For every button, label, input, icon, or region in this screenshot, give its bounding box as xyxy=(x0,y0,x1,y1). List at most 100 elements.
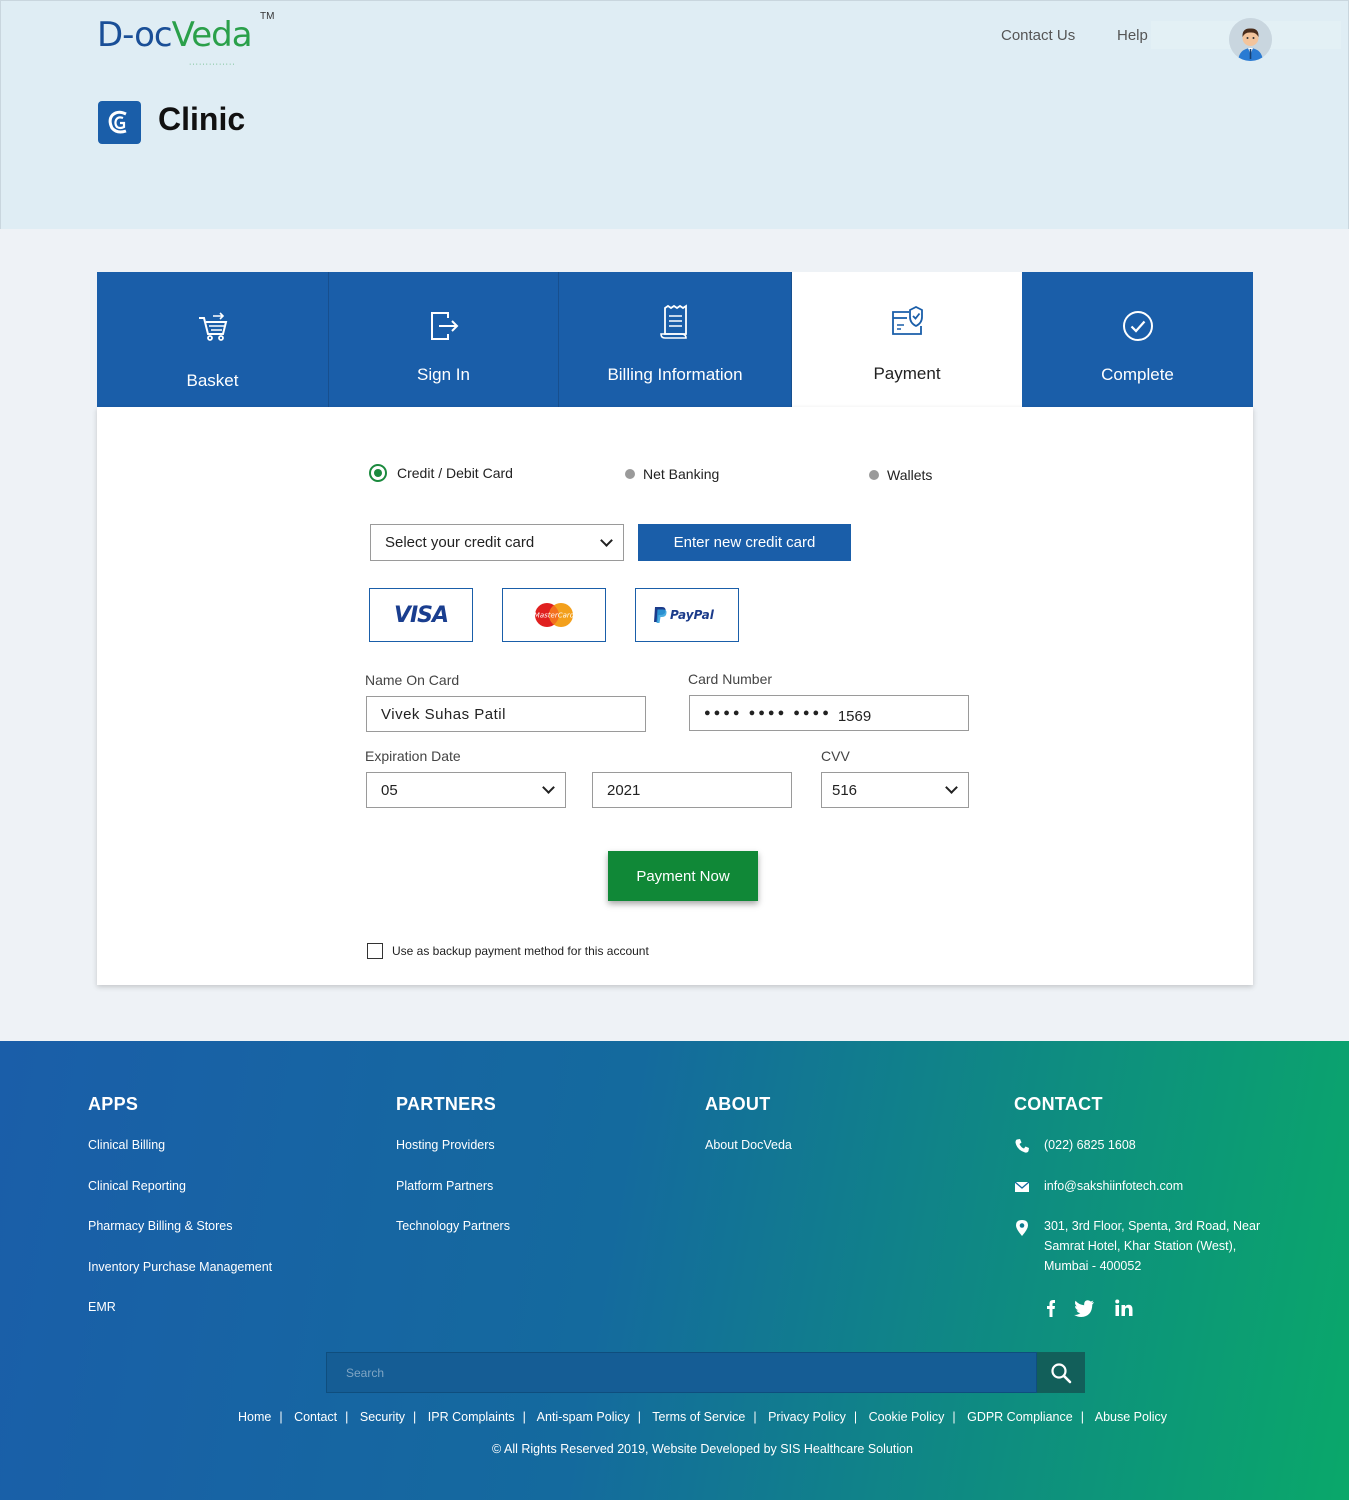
facebook-icon[interactable] xyxy=(1040,1297,1062,1319)
saved-card-select[interactable]: Select your credit card xyxy=(370,524,624,561)
separator: | xyxy=(637,1410,642,1424)
payment-card-icon xyxy=(892,305,923,335)
logo-wordmark: D-ocVeda xyxy=(97,15,253,55)
radio-wallets[interactable]: Wallets xyxy=(869,467,932,483)
bottom-link-cookie[interactable]: Cookie Policy xyxy=(869,1410,945,1424)
footer-link-clinical-reporting[interactable]: Clinical Reporting xyxy=(88,1179,186,1193)
bottom-link-ipr-complaints[interactable]: IPR Complaints xyxy=(428,1410,515,1424)
cvv-select[interactable]: 516 xyxy=(821,772,969,808)
footer-link-emr[interactable]: EMR xyxy=(88,1300,116,1314)
paypal-logo: PayPal xyxy=(654,607,715,623)
radio-net-banking-label: Net Banking xyxy=(643,466,720,482)
step-billing-information[interactable]: Billing Information xyxy=(559,272,792,407)
user-avatar-icon xyxy=(1229,18,1272,61)
mastercard-option[interactable]: MasterCard xyxy=(502,588,606,642)
cvv-label: CVV xyxy=(821,748,850,764)
footer-link-hosting-providers[interactable]: Hosting Providers xyxy=(396,1138,495,1152)
radio-indicator xyxy=(869,470,879,480)
expiration-date-label: Expiration Date xyxy=(365,748,461,764)
expiry-month-select[interactable]: 05 xyxy=(366,772,566,808)
footer-search-placeholder: Search xyxy=(346,1365,385,1380)
logo-dots: ·············· xyxy=(189,61,236,68)
bottom-link-security[interactable]: Security xyxy=(360,1410,405,1424)
bottom-link-anti-spam[interactable]: Anti-spam Policy xyxy=(537,1410,630,1424)
backup-payment-option[interactable]: Use as backup payment method for this ac… xyxy=(367,943,649,959)
visa-logo: VISA xyxy=(393,602,449,628)
visa-option[interactable]: VISA xyxy=(369,588,473,642)
expiry-year-input[interactable]: 2021 xyxy=(592,772,792,808)
step-basket[interactable]: Basket xyxy=(97,272,329,407)
twitter-icon[interactable] xyxy=(1073,1297,1095,1319)
footer-search-input[interactable]: Search xyxy=(326,1352,1037,1393)
footer-link-clinical-billing[interactable]: Clinical Billing xyxy=(88,1138,165,1152)
radio-net-banking[interactable]: Net Banking xyxy=(625,466,719,482)
separator: | xyxy=(413,1410,417,1424)
footer-partners-heading: PARTNERS xyxy=(396,1094,497,1114)
user-avatar[interactable] xyxy=(1229,18,1272,61)
card-number-input[interactable]: ●●●● ●●●● ●●●● 1569 xyxy=(689,695,969,731)
contact-us-link[interactable]: Contact Us xyxy=(1001,27,1075,44)
docveda-logo[interactable]: D-ocVeda TM ·············· xyxy=(97,11,277,68)
footer-contact-heading: CONTACT xyxy=(1014,1094,1103,1114)
footer-about-heading: ABOUT xyxy=(705,1094,771,1114)
step-sign-in[interactable]: Sign In xyxy=(329,272,559,407)
chevron-down-icon xyxy=(945,781,958,794)
radio-credit-debit-label: Credit / Debit Card xyxy=(397,465,513,481)
separator: | xyxy=(1080,1410,1084,1424)
bottom-link-contact[interactable]: Contact xyxy=(294,1410,337,1424)
footer-bottom-links: Home | Contact | Security | IPR Complaints |… xyxy=(0,1410,1349,1424)
footer-link-technology-partners[interactable]: Technology Partners xyxy=(396,1219,510,1233)
step-sign-in-label: Sign In xyxy=(417,365,470,384)
checkout-steps: Basket Sign In Billing Information Payme… xyxy=(97,272,1253,407)
bottom-link-terms[interactable]: Terms of Service xyxy=(652,1410,745,1424)
help-link[interactable]: Help xyxy=(1117,27,1148,44)
card-number-label: Card Number xyxy=(688,671,773,687)
footer-address-line-3: Mumbai - 400052 xyxy=(1044,1259,1142,1273)
logo-text-veda: Veda xyxy=(171,15,253,55)
copyright: © All Rights Reserved 2019, Website Deve… xyxy=(491,1442,913,1456)
footer-email[interactable]: info@sakshiinfotech.com xyxy=(1044,1179,1183,1193)
bottom-link-abuse[interactable]: Abuse Policy xyxy=(1095,1410,1167,1424)
location-pin-icon xyxy=(1016,1220,1028,1236)
bottom-link-gdpr[interactable]: GDPR Compliance xyxy=(967,1410,1073,1424)
footer-search-button[interactable] xyxy=(1037,1352,1085,1393)
separator: | xyxy=(279,1410,283,1424)
expiry-month-value: 05 xyxy=(381,781,398,799)
footer-address-line-1: 301, 3rd Floor, Spenta, 3rd Road, Near xyxy=(1044,1219,1261,1233)
footer-phone[interactable]: (022) 6825 1608 xyxy=(1044,1138,1136,1152)
separator: | xyxy=(952,1410,956,1424)
backup-payment-label: Use as backup payment method for this ac… xyxy=(392,944,649,958)
radio-credit-debit-card[interactable]: Credit / Debit Card xyxy=(369,464,513,482)
logo-text-doc: D-oc xyxy=(97,15,173,55)
separator: | xyxy=(345,1410,349,1424)
search-icon xyxy=(1051,1362,1072,1383)
logo-trademark: TM xyxy=(260,11,275,22)
paypal-option[interactable]: PayPal xyxy=(635,588,739,642)
separator: | xyxy=(853,1410,858,1424)
expiry-year-value: 2021 xyxy=(607,781,641,799)
step-basket-label: Basket xyxy=(186,371,239,390)
basket-icon xyxy=(198,312,227,341)
payment-now-button[interactable]: Payment Now xyxy=(608,851,758,901)
mastercard-logo: MasterCard xyxy=(534,603,575,627)
footer-link-about-docveda[interactable]: About DocVeda xyxy=(705,1138,792,1152)
footer-link-platform-partners[interactable]: Platform Partners xyxy=(396,1179,493,1193)
bottom-link-home[interactable]: Home xyxy=(238,1410,271,1424)
step-billing-label: Billing Information xyxy=(607,365,743,384)
name-on-card-input[interactable]: Vivek Suhas Patil xyxy=(366,696,646,732)
bottom-link-privacy[interactable]: Privacy Policy xyxy=(768,1410,846,1424)
name-on-card-value: Vivek Suhas Patil xyxy=(381,705,506,723)
step-complete[interactable]: Complete xyxy=(1022,272,1253,407)
step-complete-label: Complete xyxy=(1101,365,1174,384)
name-on-card-label: Name On Card xyxy=(365,672,460,688)
backup-payment-checkbox[interactable] xyxy=(367,943,383,959)
chevron-down-icon xyxy=(542,781,555,794)
envelope-icon xyxy=(1014,1181,1030,1192)
enter-new-card-button[interactable]: Enter new credit card xyxy=(638,524,851,561)
clinic-brand-icon xyxy=(98,101,141,144)
footer-link-pharmacy-billing[interactable]: Pharmacy Billing & Stores xyxy=(88,1219,233,1233)
card-number-last4: 1569 xyxy=(837,707,872,725)
step-payment[interactable]: Payment xyxy=(792,272,1022,407)
footer-link-inventory[interactable]: Inventory Purchase Management xyxy=(88,1260,272,1274)
linkedin-icon[interactable] xyxy=(1113,1297,1135,1319)
